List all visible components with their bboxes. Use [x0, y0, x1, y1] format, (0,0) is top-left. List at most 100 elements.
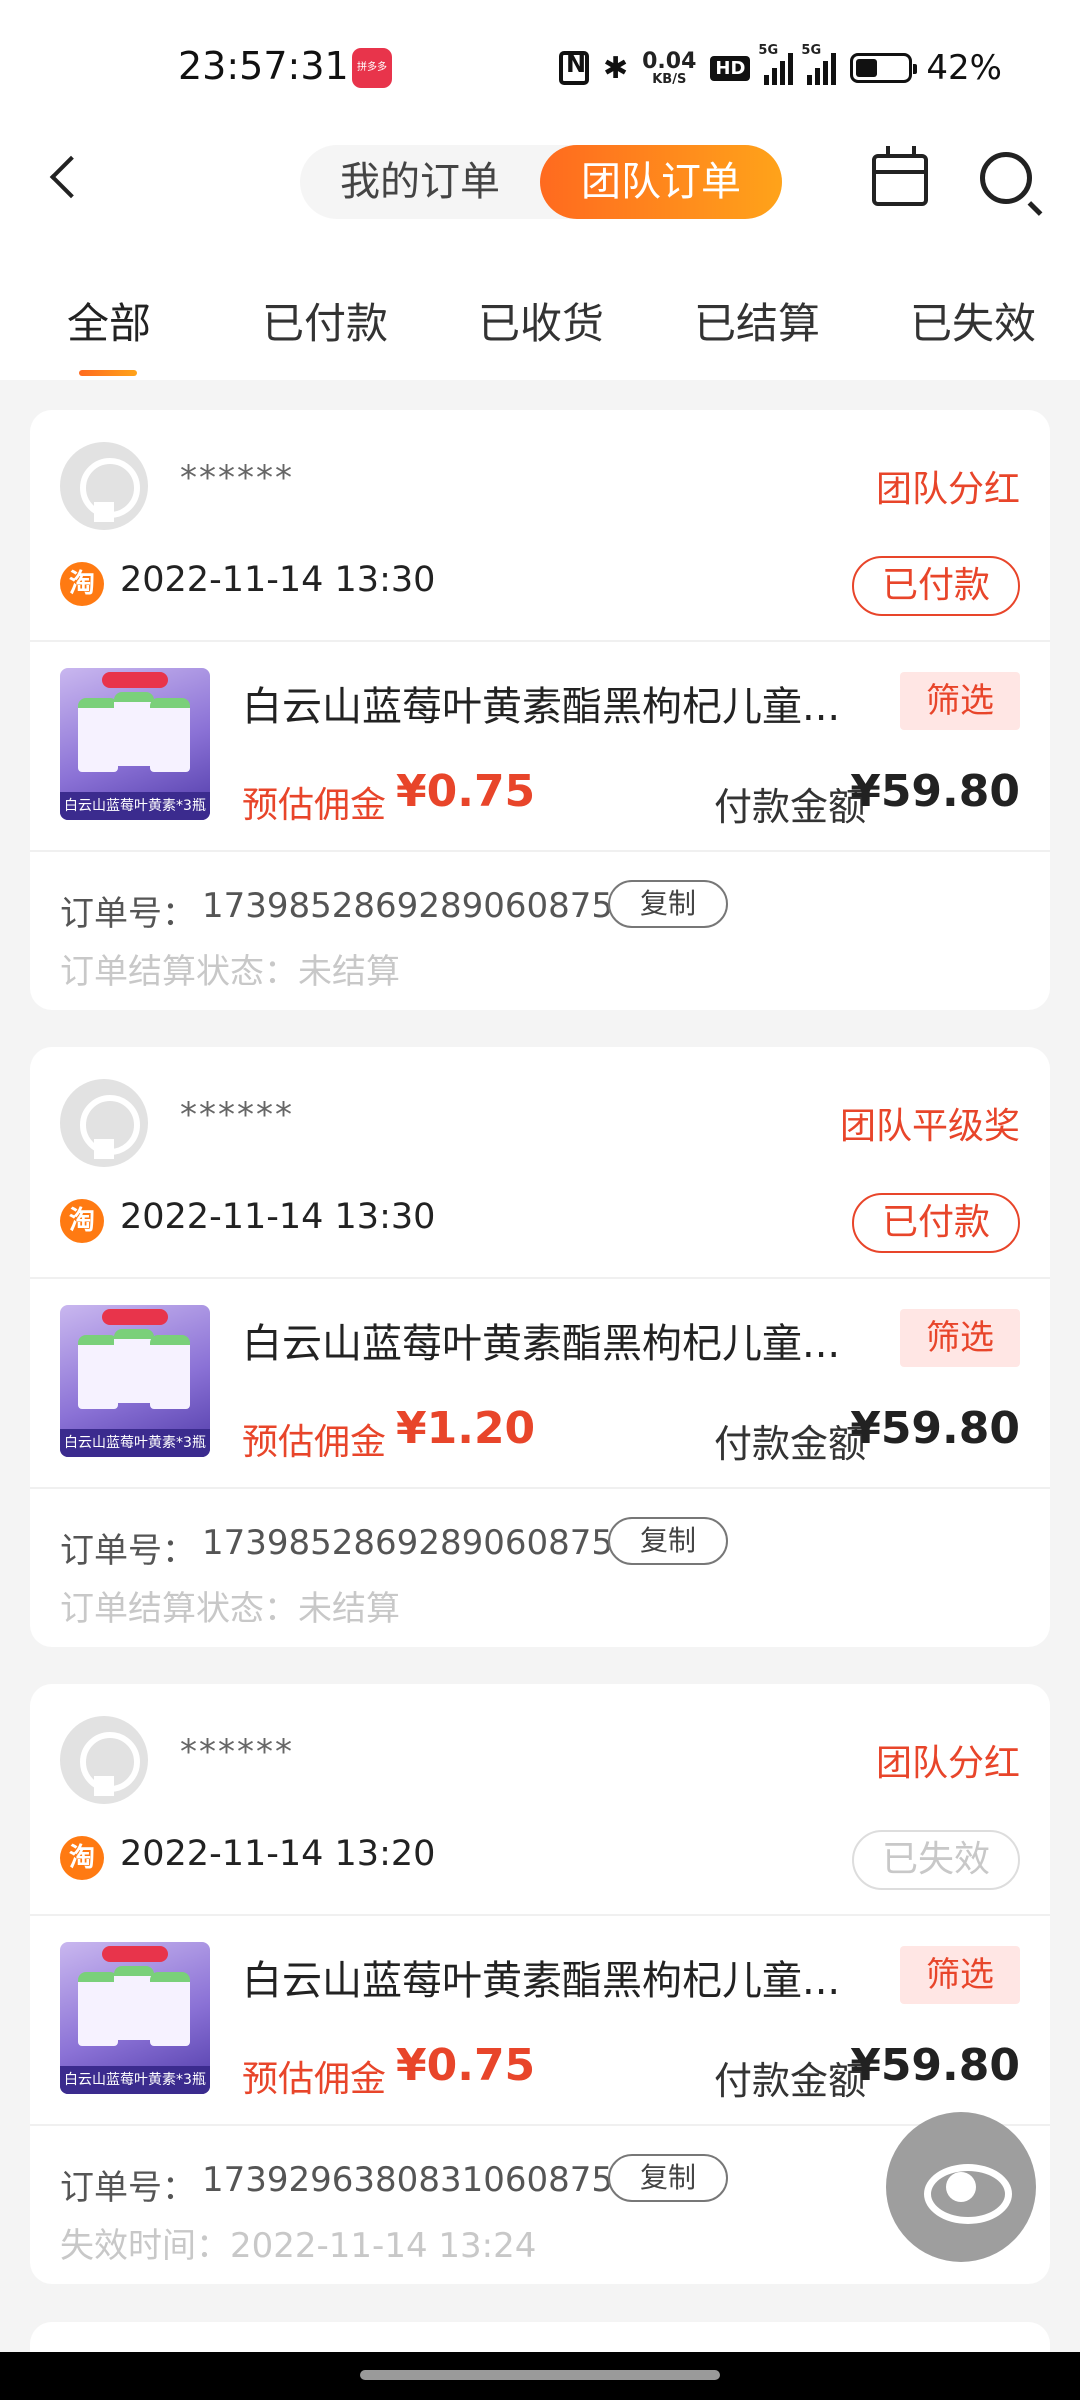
settlement-status-label: 订单结算状态：: [60, 952, 298, 992]
system-nav-bar: [0, 2352, 1080, 2400]
product-thumbnail[interactable]: 白云山蓝莓叶黄素*3瓶: [60, 1942, 210, 2094]
copy-button[interactable]: 复制: [608, 2154, 728, 2202]
tab-paid[interactable]: 已付款: [262, 290, 388, 351]
reward-type: 团队分红: [875, 1743, 1020, 1784]
network-speed-unit: KB/S: [652, 71, 687, 87]
battery-percent: 42%: [926, 48, 1002, 88]
invalid-time: 失效时间：2022-11-14 13:24: [60, 2218, 536, 2267]
order-time: 2022-11-14 13:20: [120, 1834, 436, 1874]
status-tabs: 全部 已付款 已收货 已结算 已失效: [0, 250, 1080, 380]
product-title[interactable]: 白云山蓝莓叶黄素酯黑枸杞儿童...: [242, 674, 862, 732]
tab-settled[interactable]: 已结算: [694, 290, 820, 351]
filter-button[interactable]: 筛选: [900, 1309, 1020, 1367]
sim1-network-tag: 5G: [758, 43, 779, 58]
order-time: 2022-11-14 13:30: [120, 1197, 436, 1237]
sim2-network-tag: 5G: [801, 43, 822, 58]
divider: [30, 1487, 1050, 1489]
commission-label: 预估佣金: [242, 785, 387, 826]
invalid-time-label: 失效时间：: [60, 2226, 230, 2266]
calendar-icon[interactable]: [872, 146, 928, 206]
order-number: 1739852869289060875: [202, 1523, 614, 1563]
network-speed: 0.04 KB/S: [642, 50, 696, 87]
masked-username: ******: [180, 1095, 294, 1135]
pay-amount-value: ¥59.80: [850, 1403, 1020, 1454]
commission-value: ¥1.20: [396, 1403, 536, 1454]
order-type-switch: 我的订单 团队订单: [300, 145, 782, 219]
battery-icon: [850, 53, 918, 83]
segment-team-orders[interactable]: 团队订单: [540, 145, 782, 219]
status-badge: 已付款: [852, 1193, 1020, 1253]
app-notification-icon: 拼多多: [352, 48, 392, 88]
thumb-caption: 白云山蓝莓叶黄素*3瓶: [60, 1429, 210, 1457]
commission-value: ¥0.75: [396, 2040, 536, 2091]
settlement-status-value: 未结算: [298, 1589, 400, 1629]
copy-button[interactable]: 复制: [608, 880, 728, 928]
commission-value: ¥0.75: [396, 766, 536, 817]
thumb-jar: [150, 698, 190, 772]
pay-amount-label: 付款金额: [713, 1422, 866, 1466]
divider: [30, 850, 1050, 852]
active-tab-indicator: [79, 370, 137, 376]
thumb-brand-badge: [102, 1946, 168, 1962]
order-time: 2022-11-14 13:30: [120, 560, 436, 600]
tab-received[interactable]: 已收货: [478, 290, 604, 351]
product-thumbnail[interactable]: 白云山蓝莓叶黄素*3瓶: [60, 668, 210, 820]
bluetooth-icon: ✱: [602, 50, 629, 86]
invalid-time-value: 2022-11-14 13:24: [230, 2226, 537, 2266]
pay-amount-label: 付款金额: [713, 2059, 866, 2103]
status-time: 23:57:31: [178, 44, 349, 88]
pay-amount-value: ¥59.80: [850, 766, 1020, 817]
thumb-jar: [78, 1335, 118, 1409]
masked-username: ******: [180, 1732, 294, 1772]
thumb-jar: [114, 692, 154, 766]
taobao-icon: 淘: [60, 1199, 104, 1243]
product-title[interactable]: 白云山蓝莓叶黄素酯黑枸杞儿童...: [242, 1948, 862, 2006]
battery-level-fill: [856, 59, 878, 77]
thumb-caption: 白云山蓝莓叶黄素*3瓶: [60, 2066, 210, 2094]
pay-amount-value: ¥59.80: [850, 2040, 1020, 2091]
thumb-brand-badge: [102, 1309, 168, 1325]
segment-my-orders[interactable]: 我的订单: [300, 145, 540, 219]
divider: [30, 640, 1050, 642]
eye-icon[interactable]: [886, 2112, 1036, 2262]
filter-button[interactable]: 筛选: [900, 1946, 1020, 2004]
avatar: [60, 1079, 148, 1167]
reward-type: 团队分红: [875, 469, 1020, 510]
divider: [30, 1914, 1050, 1916]
order-card[interactable]: ****** 团队平级奖 淘 2022-11-14 13:30 已付款 白云山蓝…: [30, 1047, 1050, 1647]
product-thumbnail[interactable]: 白云山蓝莓叶黄素*3瓶: [60, 1305, 210, 1457]
search-icon[interactable]: [980, 152, 1032, 204]
order-number-label: 订单号：: [60, 894, 196, 934]
divider: [30, 1277, 1050, 1279]
order-number: 1739296380831060875: [202, 2160, 614, 2200]
order-card[interactable]: ****** 团队分红 淘 2022-11-14 13:30 已付款 白云山蓝莓…: [30, 410, 1050, 1010]
tab-all[interactable]: 全部: [67, 290, 151, 351]
order-number: 1739852869289060875: [202, 886, 614, 926]
thumb-brand-badge: [102, 672, 168, 688]
status-indicators: ✱ 0.04 KB/S HD 5G 5G 42%: [558, 43, 1002, 92]
copy-button[interactable]: 复制: [608, 1517, 728, 1565]
thumb-jar: [150, 1972, 190, 2046]
thumb-caption: 白云山蓝莓叶黄素*3瓶: [60, 792, 210, 820]
thumb-jar: [150, 1335, 190, 1409]
commission-label: 预估佣金: [242, 1422, 387, 1463]
status-badge: 已付款: [852, 556, 1020, 616]
product-title[interactable]: 白云山蓝莓叶黄素酯黑枸杞儿童...: [242, 1311, 862, 1369]
settlement-status: 订单结算状态：未结算: [60, 944, 400, 993]
filter-button[interactable]: 筛选: [900, 672, 1020, 730]
home-gesture-bar[interactable]: [360, 2370, 720, 2380]
divider: [30, 2124, 1050, 2126]
settlement-status-value: 未结算: [298, 952, 400, 992]
tab-invalid[interactable]: 已失效: [910, 290, 1036, 351]
commission-label: 预估佣金: [242, 2059, 387, 2100]
thumb-jar: [114, 1966, 154, 2040]
nfc-icon: [558, 50, 589, 85]
back-arrow-icon[interactable]: [36, 148, 96, 208]
order-number-label: 订单号：: [60, 1531, 196, 1571]
pay-amount-label: 付款金额: [713, 785, 866, 829]
signal-icon-sim1: 5G: [758, 43, 794, 85]
settlement-status-label: 订单结算状态：: [60, 1589, 298, 1629]
top-header: 我的订单 团队订单: [0, 130, 1080, 250]
reward-type: 团队平级奖: [839, 1106, 1020, 1147]
settlement-status: 订单结算状态：未结算: [60, 1581, 400, 1630]
